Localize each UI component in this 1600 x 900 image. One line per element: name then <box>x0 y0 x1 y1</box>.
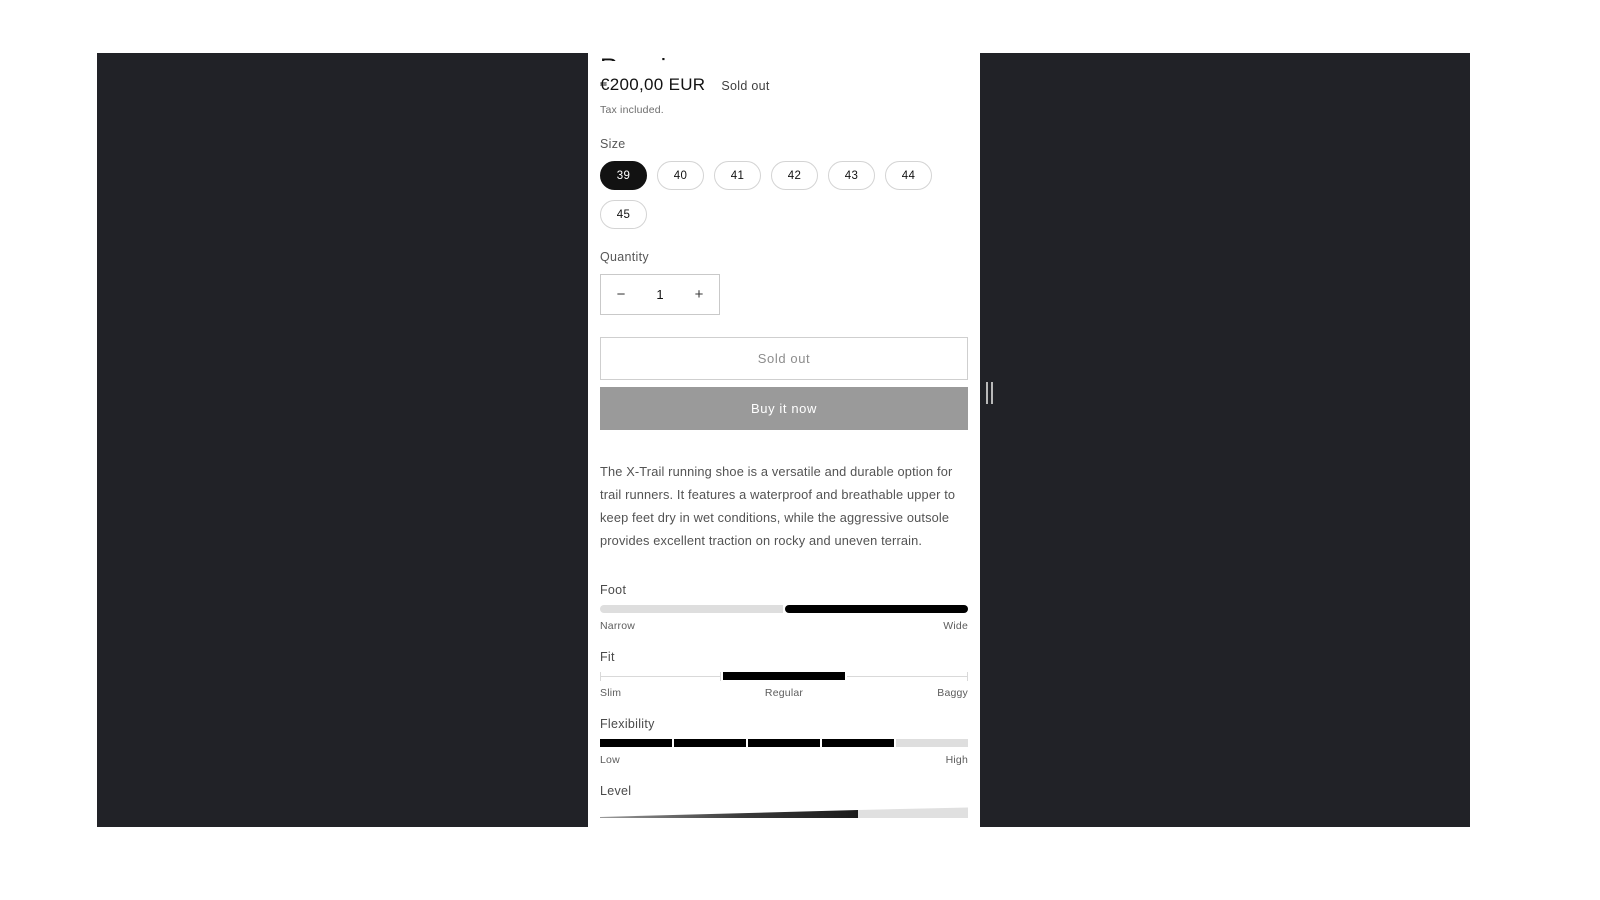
quantity-value[interactable]: 1 <box>656 287 663 302</box>
meter-flexibility-bar <box>600 739 968 747</box>
meter-foot-title: Foot <box>600 583 627 597</box>
price-row: €200,00 EUR Sold out <box>600 75 968 95</box>
meter-flexibility-title: Flexibility <box>600 717 655 731</box>
meter-label: Beginner <box>600 826 692 827</box>
tax-note: Tax included. <box>600 104 664 116</box>
meter-level-labels: Beginner Intermediate Advanced Pro <box>600 826 968 827</box>
meter-label: Wide <box>943 620 968 632</box>
meter-segment <box>748 739 820 747</box>
meter-foot-labels: Narrow Wide <box>600 620 968 632</box>
meter-level-wedge <box>600 806 968 819</box>
meter-segment <box>600 739 672 747</box>
drag-grip-bar <box>991 382 993 404</box>
product-price: €200,00 EUR <box>600 75 706 94</box>
meter-label: Narrow <box>600 620 636 632</box>
meter-label: Advanced <box>784 826 876 827</box>
meter-segment <box>674 739 746 747</box>
meter-flexibility: Flexibility Low High <box>600 717 968 766</box>
meter-fit-title: Fit <box>600 650 615 664</box>
plus-icon[interactable]: + <box>690 287 708 302</box>
browser-viewport: Running €200,00 EUR Sold out Tax include… <box>97 53 1470 827</box>
page-title: Running <box>600 53 968 61</box>
quantity-label: Quantity <box>600 250 649 264</box>
meter-label: Low <box>600 754 620 766</box>
size-option-41[interactable]: 41 <box>714 161 761 190</box>
sold-out-button[interactable]: Sold out <box>600 337 968 380</box>
meter-foot: Foot Narrow Wide <box>600 583 968 632</box>
meter-segment <box>896 739 968 747</box>
size-option-44[interactable]: 44 <box>885 161 932 190</box>
meter-label: Regular <box>764 687 804 699</box>
size-option-45[interactable]: 45 <box>600 200 647 229</box>
meter-level-title: Level <box>600 784 632 798</box>
meter-level: Level <box>600 784 968 827</box>
product-info-column: Running €200,00 EUR Sold out Tax include… <box>588 53 980 827</box>
size-option-39[interactable]: 39 <box>600 161 647 190</box>
meter-foot-bar <box>600 605 968 613</box>
meter-segment <box>600 605 783 613</box>
buy-it-now-button[interactable]: Buy it now <box>600 387 968 430</box>
meter-segment <box>785 605 968 613</box>
panel-resize-handle[interactable] <box>985 382 994 404</box>
minus-icon[interactable]: − <box>612 287 630 302</box>
size-option-40[interactable]: 40 <box>657 161 704 190</box>
meter-label: Pro <box>876 826 968 827</box>
product-description: The X-Trail running shoe is a versatile … <box>600 464 956 548</box>
meter-label: High <box>945 754 968 766</box>
meter-label: Intermediate <box>692 826 784 827</box>
quantity-stepper: − 1 + <box>600 274 720 315</box>
size-option-43[interactable]: 43 <box>828 161 875 190</box>
meter-fit-bar <box>600 671 969 681</box>
meter-flexibility-labels: Low High <box>600 754 968 766</box>
meter-fit-labels: Slim Regular Baggy <box>600 687 968 699</box>
size-label: Size <box>600 137 626 151</box>
size-option-group: 39 40 41 42 43 44 45 <box>600 161 978 229</box>
meter-segment <box>822 739 894 747</box>
meter-label: Baggy <box>937 687 969 699</box>
availability-badge: Sold out <box>721 79 770 93</box>
drag-grip-bar <box>986 382 988 404</box>
meter-fit: Fit Slim Regular Baggy <box>600 650 969 699</box>
meter-segment <box>723 672 845 680</box>
meter-segment <box>600 671 722 681</box>
size-option-42[interactable]: 42 <box>771 161 818 190</box>
meter-label: Slim <box>600 687 622 699</box>
attribute-meters: Foot Narrow Wide Fit Slim Regular Baggy … <box>600 583 969 827</box>
meter-segment <box>846 671 969 681</box>
